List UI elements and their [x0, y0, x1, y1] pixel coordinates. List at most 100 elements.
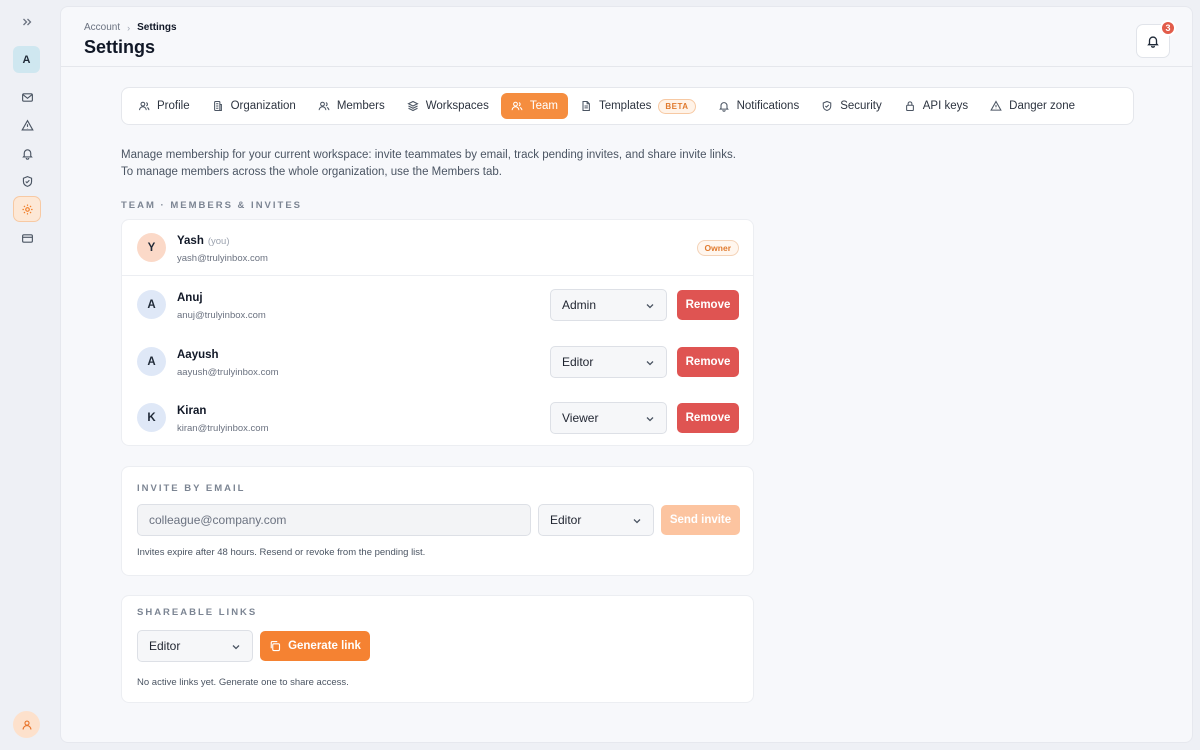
member-row: A Aayush aayush@trulyinbox.com Editor Re…	[122, 334, 753, 390]
generate-link-label: Generate link	[288, 640, 361, 652]
tab-organization[interactable]: Organization	[202, 93, 306, 119]
rail-notifications-button[interactable]	[13, 140, 41, 166]
member-row: A Anuj anuj@trulyinbox.com Admin Remove	[122, 277, 753, 333]
chevron-down-icon	[646, 304, 654, 309]
document-icon	[582, 100, 590, 112]
breadcrumb-parent[interactable]: Account	[84, 22, 120, 33]
breadcrumb-current: Settings	[137, 22, 177, 33]
avatar: A	[137, 347, 166, 376]
role-select-value: Editor	[550, 513, 582, 527]
tab-label: API keys	[922, 100, 969, 112]
warning-icon	[990, 100, 1002, 111]
role-select[interactable]: Admin	[550, 289, 667, 321]
chevron-down-icon	[646, 417, 654, 422]
member-email: kiran@trulyinbox.com	[177, 423, 269, 434]
tab-api-keys[interactable]: API keys	[894, 93, 978, 119]
tab-label: Profile	[157, 100, 190, 112]
lock-icon	[905, 101, 914, 112]
tab-profile[interactable]: Profile	[128, 93, 200, 119]
chevron-down-icon	[232, 645, 240, 650]
description-line: To manage members across the whole organ…	[121, 166, 502, 178]
tab-members[interactable]: Members	[308, 93, 395, 119]
member-row: K Kiran kiran@trulyinbox.com Viewer Remo…	[122, 390, 753, 446]
notifications-button[interactable]: 3	[1136, 20, 1176, 58]
avatar: Y	[137, 233, 166, 262]
links-hint: No active links yet. Generate one to sha…	[137, 677, 349, 688]
mail-icon	[21, 92, 33, 102]
rail-billing-button[interactable]	[13, 225, 41, 251]
tab-notifications[interactable]: Notifications	[708, 93, 810, 119]
page-header: Account › Settings Settings 3	[61, 7, 1192, 67]
remove-member-button[interactable]: Remove	[677, 347, 739, 377]
invite-role-select[interactable]: Editor	[538, 504, 654, 536]
tab-label: Danger zone	[1009, 100, 1075, 112]
member-name: Anuj	[177, 292, 203, 304]
link-role-select[interactable]: Editor	[137, 630, 253, 662]
rail-alerts-button[interactable]	[13, 112, 41, 138]
users-icon	[511, 101, 523, 111]
card-icon	[21, 233, 33, 243]
settings-panel: Account › Settings Settings 3 Profile Or…	[60, 6, 1193, 743]
tab-label: Templates	[598, 100, 652, 112]
send-invite-button[interactable]: Send invite	[661, 505, 740, 535]
tab-label: Workspaces	[425, 100, 489, 112]
tab-templates[interactable]: Templates BETA	[570, 93, 706, 119]
user-icon	[22, 720, 31, 730]
chevron-down-icon	[646, 361, 654, 366]
tab-team[interactable]: Team	[500, 93, 568, 119]
bell-icon	[718, 102, 729, 112]
you-label: (you)	[207, 236, 230, 247]
remove-member-button[interactable]: Remove	[677, 403, 739, 433]
avatar: K	[137, 403, 166, 432]
breadcrumb: Account › Settings	[84, 22, 177, 33]
bell-icon	[1147, 36, 1159, 48]
member-name: Yash (you)	[177, 235, 230, 247]
invite-email-input[interactable]: colleague@company.com	[137, 504, 531, 536]
remove-member-button[interactable]: Remove	[677, 290, 739, 320]
role-select-value: Editor	[149, 639, 181, 653]
role-select[interactable]: Editor	[550, 346, 667, 378]
member-name: Aayush	[177, 349, 219, 361]
role-select[interactable]: Viewer	[550, 402, 667, 434]
rail-mail-button[interactable]	[13, 84, 41, 110]
section-label-invite: INVITE BY EMAIL	[137, 483, 246, 494]
generate-link-button[interactable]: Generate link	[260, 631, 370, 661]
section-label-links: SHAREABLE LINKS	[137, 607, 258, 618]
user-menu-button[interactable]	[13, 711, 40, 738]
workspace-avatar[interactable]: A	[13, 46, 40, 73]
avatar: A	[137, 290, 166, 319]
member-name: Kiran	[177, 405, 207, 417]
beta-badge: BETA	[658, 98, 696, 114]
copy-icon	[270, 640, 281, 652]
members-card: Y Yash (you) yash@trulyinbox.com Owner A …	[121, 219, 754, 446]
building-icon	[213, 100, 222, 112]
role-select-value: Admin	[562, 298, 597, 312]
chevron-right-icon: ›	[127, 22, 131, 33]
member-email: anuj@trulyinbox.com	[177, 310, 266, 321]
settings-tabs: Profile Organization Members Workspaces …	[121, 87, 1134, 125]
tab-label: Team	[529, 100, 558, 112]
warning-icon	[20, 118, 34, 131]
tab-label: Notifications	[736, 100, 800, 112]
tab-label: Security	[840, 100, 882, 112]
user-icon	[138, 101, 150, 111]
member-email: yash@trulyinbox.com	[177, 253, 268, 264]
tab-label: Members	[336, 100, 385, 112]
shield-icon	[22, 175, 32, 187]
role-select-value: Editor	[562, 355, 594, 369]
shareable-links-card: SHAREABLE LINKS Editor Generate link No …	[121, 595, 754, 703]
invite-hint: Invites expire after 48 hours. Resend or…	[137, 547, 426, 558]
owner-badge: Owner	[696, 240, 739, 256]
section-label-team: TEAM · MEMBERS & INVITES	[121, 200, 303, 211]
rail-security-button[interactable]	[13, 168, 41, 194]
rail-settings-button[interactable]	[13, 196, 41, 222]
tab-workspaces[interactable]: Workspaces	[397, 93, 499, 119]
bell-icon	[21, 148, 33, 160]
member-email: aayush@trulyinbox.com	[177, 367, 279, 378]
chevron-down-icon	[633, 519, 641, 524]
expand-sidebar-icon[interactable]	[18, 14, 36, 30]
tab-danger-zone[interactable]: Danger zone	[980, 93, 1085, 119]
team-description: Manage membership for your current works…	[121, 147, 736, 181]
tab-security[interactable]: Security	[811, 93, 892, 119]
users-icon	[318, 101, 330, 111]
